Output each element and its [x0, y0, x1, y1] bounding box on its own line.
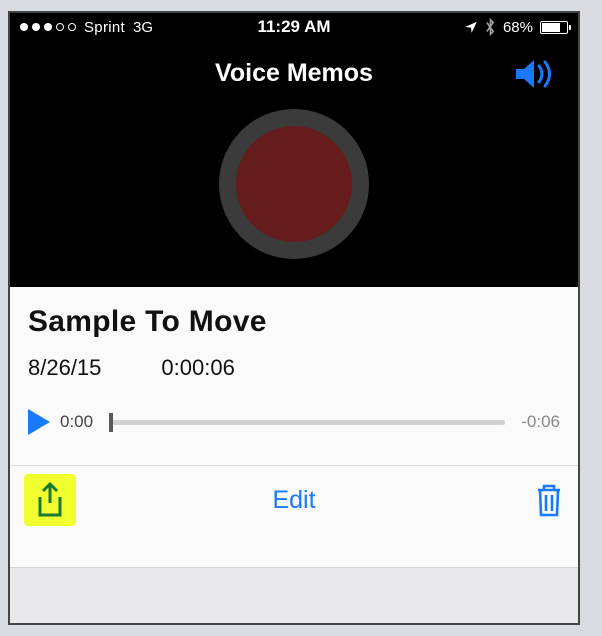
- play-button[interactable]: [28, 409, 50, 435]
- speaker-icon[interactable]: [514, 57, 558, 91]
- memo-toolbar: Edit: [10, 466, 578, 534]
- scrubber-thumb[interactable]: [109, 413, 113, 432]
- bottom-strip: [10, 567, 578, 623]
- memo-title[interactable]: Sample To Move: [28, 305, 560, 339]
- audio-scrubber: 0:00 -0:06: [28, 409, 560, 435]
- status-bar: Sprint 3G 11:29 AM 68%: [10, 13, 578, 41]
- clock-label: 11:29 AM: [10, 17, 578, 37]
- memo-date-label: 8/26/15: [28, 355, 101, 381]
- voice-memos-screen: Sprint 3G 11:29 AM 68% Voice Memos: [8, 11, 580, 625]
- app-header-area: Sprint 3G 11:29 AM 68% Voice Memos: [10, 13, 578, 287]
- remaining-time-label: -0:06: [521, 412, 560, 432]
- page-title: Voice Memos: [215, 59, 373, 88]
- memo-detail-panel: Sample To Move 8/26/15 0:00:06 0:00 -0:0…: [10, 287, 578, 445]
- progress-track[interactable]: [109, 420, 505, 425]
- edit-button[interactable]: Edit: [10, 486, 578, 515]
- battery-icon: [540, 21, 568, 34]
- record-button[interactable]: [219, 109, 369, 259]
- current-time-label: 0:00: [60, 412, 93, 432]
- memo-duration-label: 0:00:06: [161, 355, 234, 381]
